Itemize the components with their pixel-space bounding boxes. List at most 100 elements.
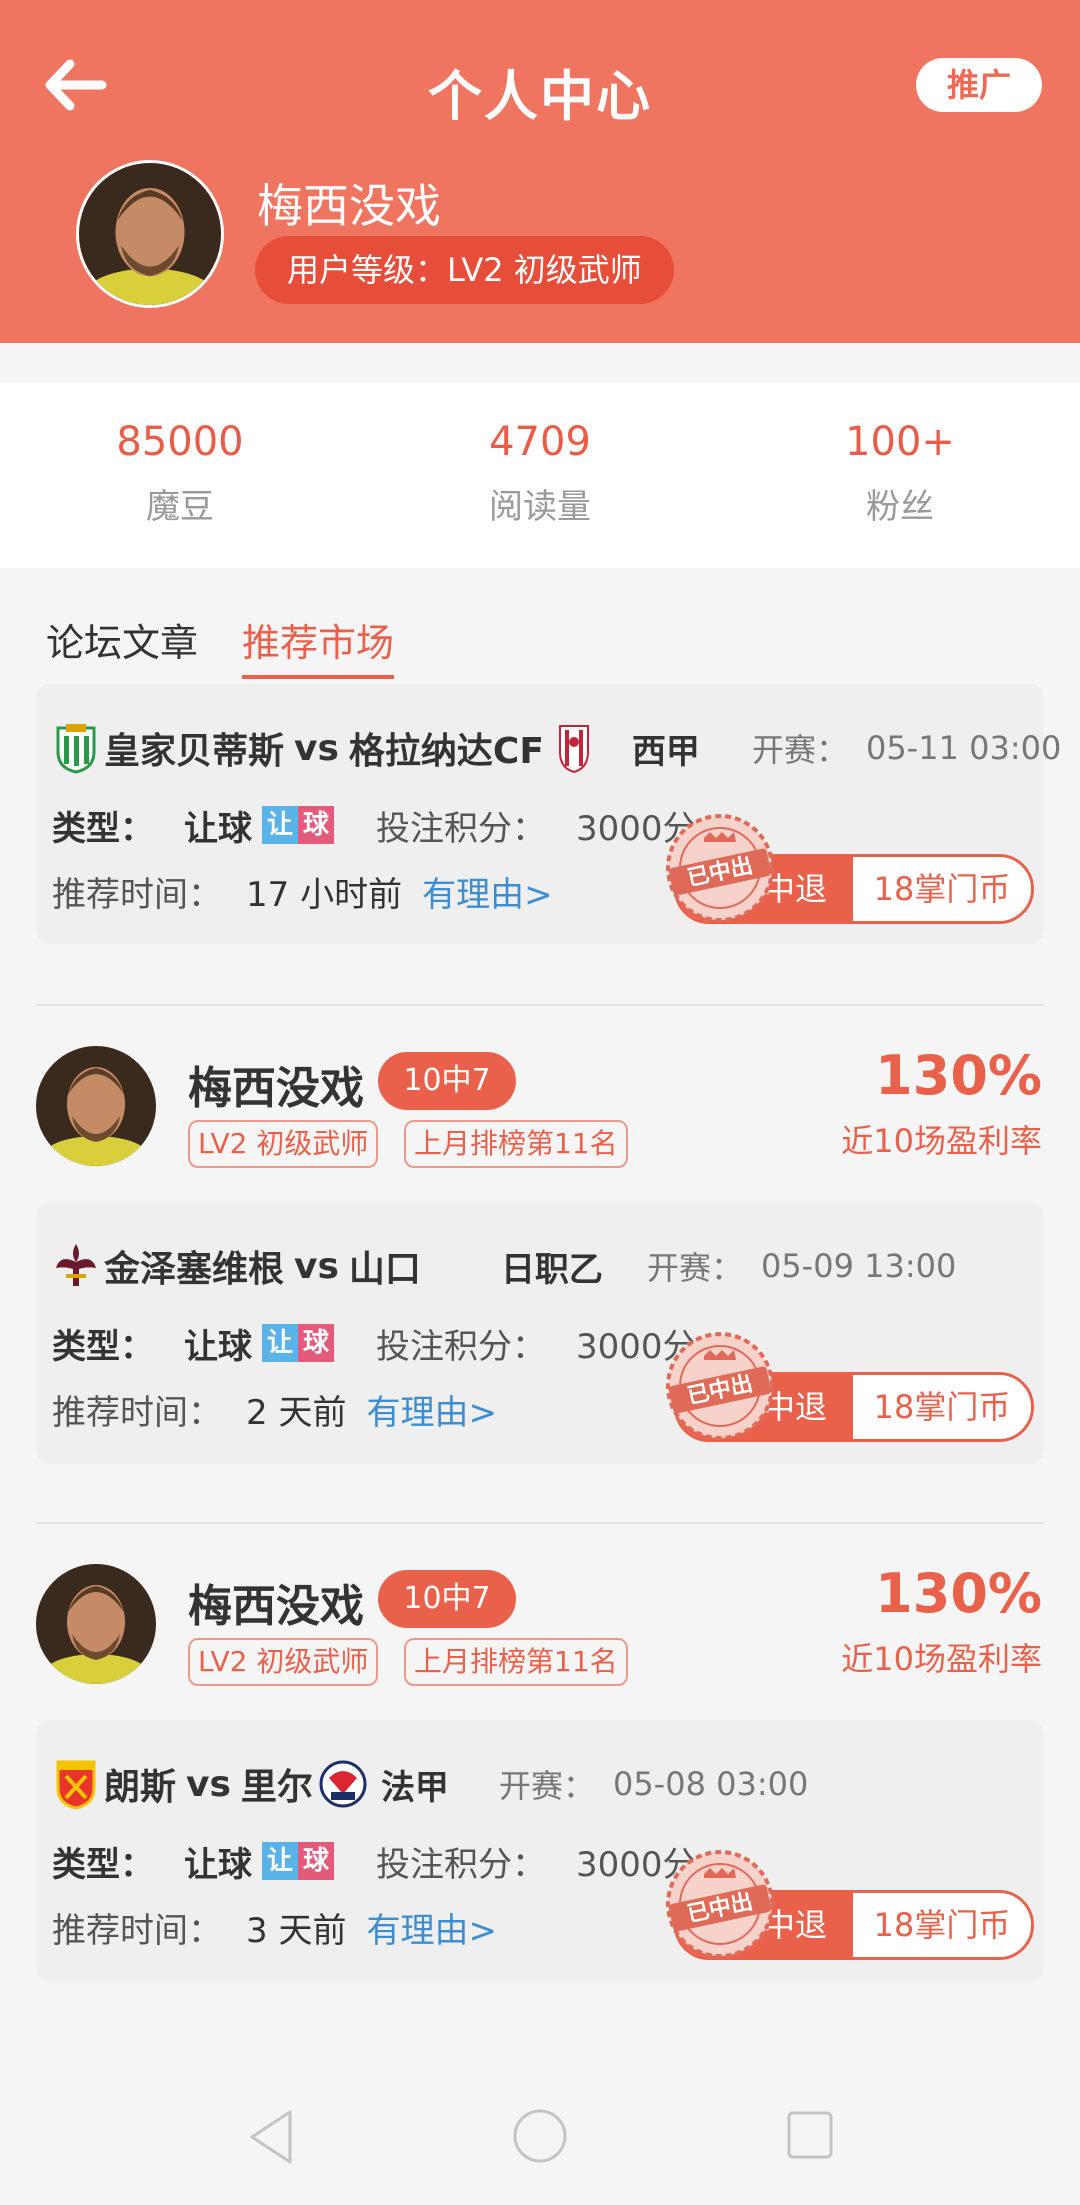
stat-fans[interactable]: 100+ 粉丝 xyxy=(720,383,1080,568)
stats-bar: 85000 魔豆 4709 阅读量 100+ 粉丝 xyxy=(0,383,1080,568)
active-tab-indicator xyxy=(242,675,394,679)
time-label: 推荐时间： xyxy=(52,1392,222,1433)
hit-rate-badge: 10中7 xyxy=(378,1570,516,1628)
won-stamp-icon: 已中出 xyxy=(666,1850,774,1958)
handicap-icon-right: 球 xyxy=(298,806,334,844)
vs-label: vs xyxy=(186,1763,231,1805)
type-value: 让球 xyxy=(184,808,252,849)
away-team: 格拉纳达CF xyxy=(348,731,544,772)
divider xyxy=(36,1522,1044,1524)
match-info: 朗斯 vs 里尔 法甲 开赛： 05-08 03:00 xyxy=(52,1754,808,1814)
type-label: 类型： xyxy=(52,808,154,849)
team-logo-icon xyxy=(56,724,96,774)
nav-recent-icon[interactable] xyxy=(786,2110,834,2160)
time-value: 3 天前 xyxy=(246,1910,347,1951)
tab-recommend-market[interactable]: 推荐市场 xyxy=(242,612,394,667)
stat-beans[interactable]: 85000 魔豆 xyxy=(0,383,360,568)
handicap-icon-left: 让 xyxy=(262,1842,298,1880)
nav-back-icon[interactable] xyxy=(246,2108,296,2166)
stat-label: 魔豆 xyxy=(146,487,214,527)
author-name[interactable]: 梅西没戏 xyxy=(188,1052,364,1116)
league-name: 日职乙 xyxy=(500,1249,603,1290)
vs-label: vs xyxy=(294,1245,339,1287)
handicap-icon-left: 让 xyxy=(262,806,298,844)
time-row: 推荐时间： 17 小时前 有理由> xyxy=(52,866,553,916)
start-label: 开赛： xyxy=(498,1767,595,1805)
hit-rate-badge: 10中7 xyxy=(378,1052,516,1110)
divider xyxy=(36,1004,1044,1006)
team-logo-icon xyxy=(56,1244,96,1286)
away-team: 里尔 xyxy=(240,1767,313,1808)
stat-label: 粉丝 xyxy=(866,487,934,527)
user-name: 梅西没戏 xyxy=(257,179,441,233)
team-logo-icon xyxy=(56,1760,96,1810)
user-level-badge: 用户等级：LV2 初级武师 xyxy=(255,236,674,304)
away-team: 山口 xyxy=(348,1249,421,1290)
home-team: 皇家贝蒂斯 xyxy=(104,731,285,772)
profit-rate: 130% xyxy=(875,1044,1042,1107)
price-button[interactable]: 18掌门币 xyxy=(853,1375,1031,1439)
time-row: 推荐时间： 2 天前 有理由> xyxy=(52,1384,497,1434)
match-info: 皇家贝蒂斯 vs 格拉纳达CF 西甲 开赛： 05-11 03:00 xyxy=(52,718,1061,778)
handicap-icon-right: 球 xyxy=(298,1324,334,1362)
handicap-icon: 让 球 xyxy=(262,1842,334,1880)
start-time: 05-09 13:00 xyxy=(760,1247,957,1285)
reason-link[interactable]: 有理由> xyxy=(422,867,553,916)
reason-link[interactable]: 有理由> xyxy=(366,1903,497,1952)
author-avatar[interactable] xyxy=(36,1564,156,1684)
price-button[interactable]: 18掌门币 xyxy=(853,857,1031,921)
time-label: 推荐时间： xyxy=(52,874,222,915)
time-value: 2 天前 xyxy=(246,1392,347,1433)
handicap-icon-right: 球 xyxy=(298,1842,334,1880)
start-time: 05-11 03:00 xyxy=(865,729,1062,767)
profit-rate-label: 近10场盈利率 xyxy=(841,1122,1042,1160)
time-value: 17 小时前 xyxy=(246,874,403,915)
promote-button[interactable]: 推广 xyxy=(916,58,1042,112)
type-row: 类型： 让球 让 球 投注积分： 3000分 xyxy=(52,1836,697,1886)
type-label: 类型： xyxy=(52,1844,154,1885)
level-tag: LV2 初级武师 xyxy=(188,1638,379,1686)
won-stamp-icon: 已中出 xyxy=(666,1332,774,1440)
stat-value: 4709 xyxy=(489,419,591,465)
recommendation-card[interactable]: 金泽塞维根 vs 山口 日职乙 开赛： 05-09 13:00 类型： 让球 让… xyxy=(36,1202,1044,1464)
match-info: 金泽塞维根 vs 山口 日职乙 开赛： 05-09 13:00 xyxy=(52,1236,956,1296)
tab-forum-articles[interactable]: 论坛文章 xyxy=(46,612,198,667)
points-label: 投注积分： xyxy=(376,808,546,849)
handicap-icon: 让 球 xyxy=(262,806,334,844)
home-team: 朗斯 xyxy=(104,1767,177,1808)
profile-header: 个人中心 推广 梅西没戏 用户等级：LV2 初级武师 xyxy=(0,0,1080,343)
rank-tag: 上月排榜第11名 xyxy=(404,1120,628,1168)
system-nav-bar xyxy=(0,2070,1080,2205)
type-label: 类型： xyxy=(52,1326,154,1367)
profit-rate: 130% xyxy=(875,1562,1042,1625)
type-value: 让球 xyxy=(184,1844,252,1885)
league-name: 法甲 xyxy=(380,1767,449,1808)
time-label: 推荐时间： xyxy=(52,1910,222,1951)
team-logo-icon xyxy=(558,725,589,774)
vs-label: vs xyxy=(294,727,339,769)
level-tag: LV2 初级武师 xyxy=(188,1120,379,1168)
type-value: 让球 xyxy=(184,1326,252,1367)
won-stamp-icon: 已中出 xyxy=(666,814,774,922)
price-button[interactable]: 18掌门币 xyxy=(853,1893,1031,1957)
start-label: 开赛： xyxy=(751,731,848,769)
author-avatar[interactable] xyxy=(36,1046,156,1166)
stat-value: 100+ xyxy=(845,419,955,465)
points-label: 投注积分： xyxy=(376,1844,546,1885)
author-name[interactable]: 梅西没戏 xyxy=(188,1570,364,1634)
nav-home-icon[interactable] xyxy=(512,2108,568,2164)
recommendation-card[interactable]: 朗斯 vs 里尔 法甲 开赛： 05-08 03:00 类型： 让球 让 球 投… xyxy=(36,1720,1044,1982)
reason-link[interactable]: 有理由> xyxy=(366,1385,497,1434)
stat-reads[interactable]: 4709 阅读量 xyxy=(360,383,720,568)
type-row: 类型： 让球 让 球 投注积分： 3000分 xyxy=(52,800,697,850)
stat-label: 阅读量 xyxy=(489,487,591,527)
start-label: 开赛： xyxy=(646,1249,743,1287)
profit-rate-label: 近10场盈利率 xyxy=(841,1640,1042,1678)
time-row: 推荐时间： 3 天前 有理由> xyxy=(52,1902,497,1952)
handicap-icon-left: 让 xyxy=(262,1324,298,1362)
avatar[interactable] xyxy=(76,160,224,308)
stat-value: 85000 xyxy=(116,419,244,465)
start-time: 05-08 03:00 xyxy=(612,1765,809,1803)
handicap-icon: 让 球 xyxy=(262,1324,334,1362)
recommendation-card[interactable]: 皇家贝蒂斯 vs 格拉纳达CF 西甲 开赛： 05-11 03:00 类型： 让… xyxy=(36,684,1061,944)
